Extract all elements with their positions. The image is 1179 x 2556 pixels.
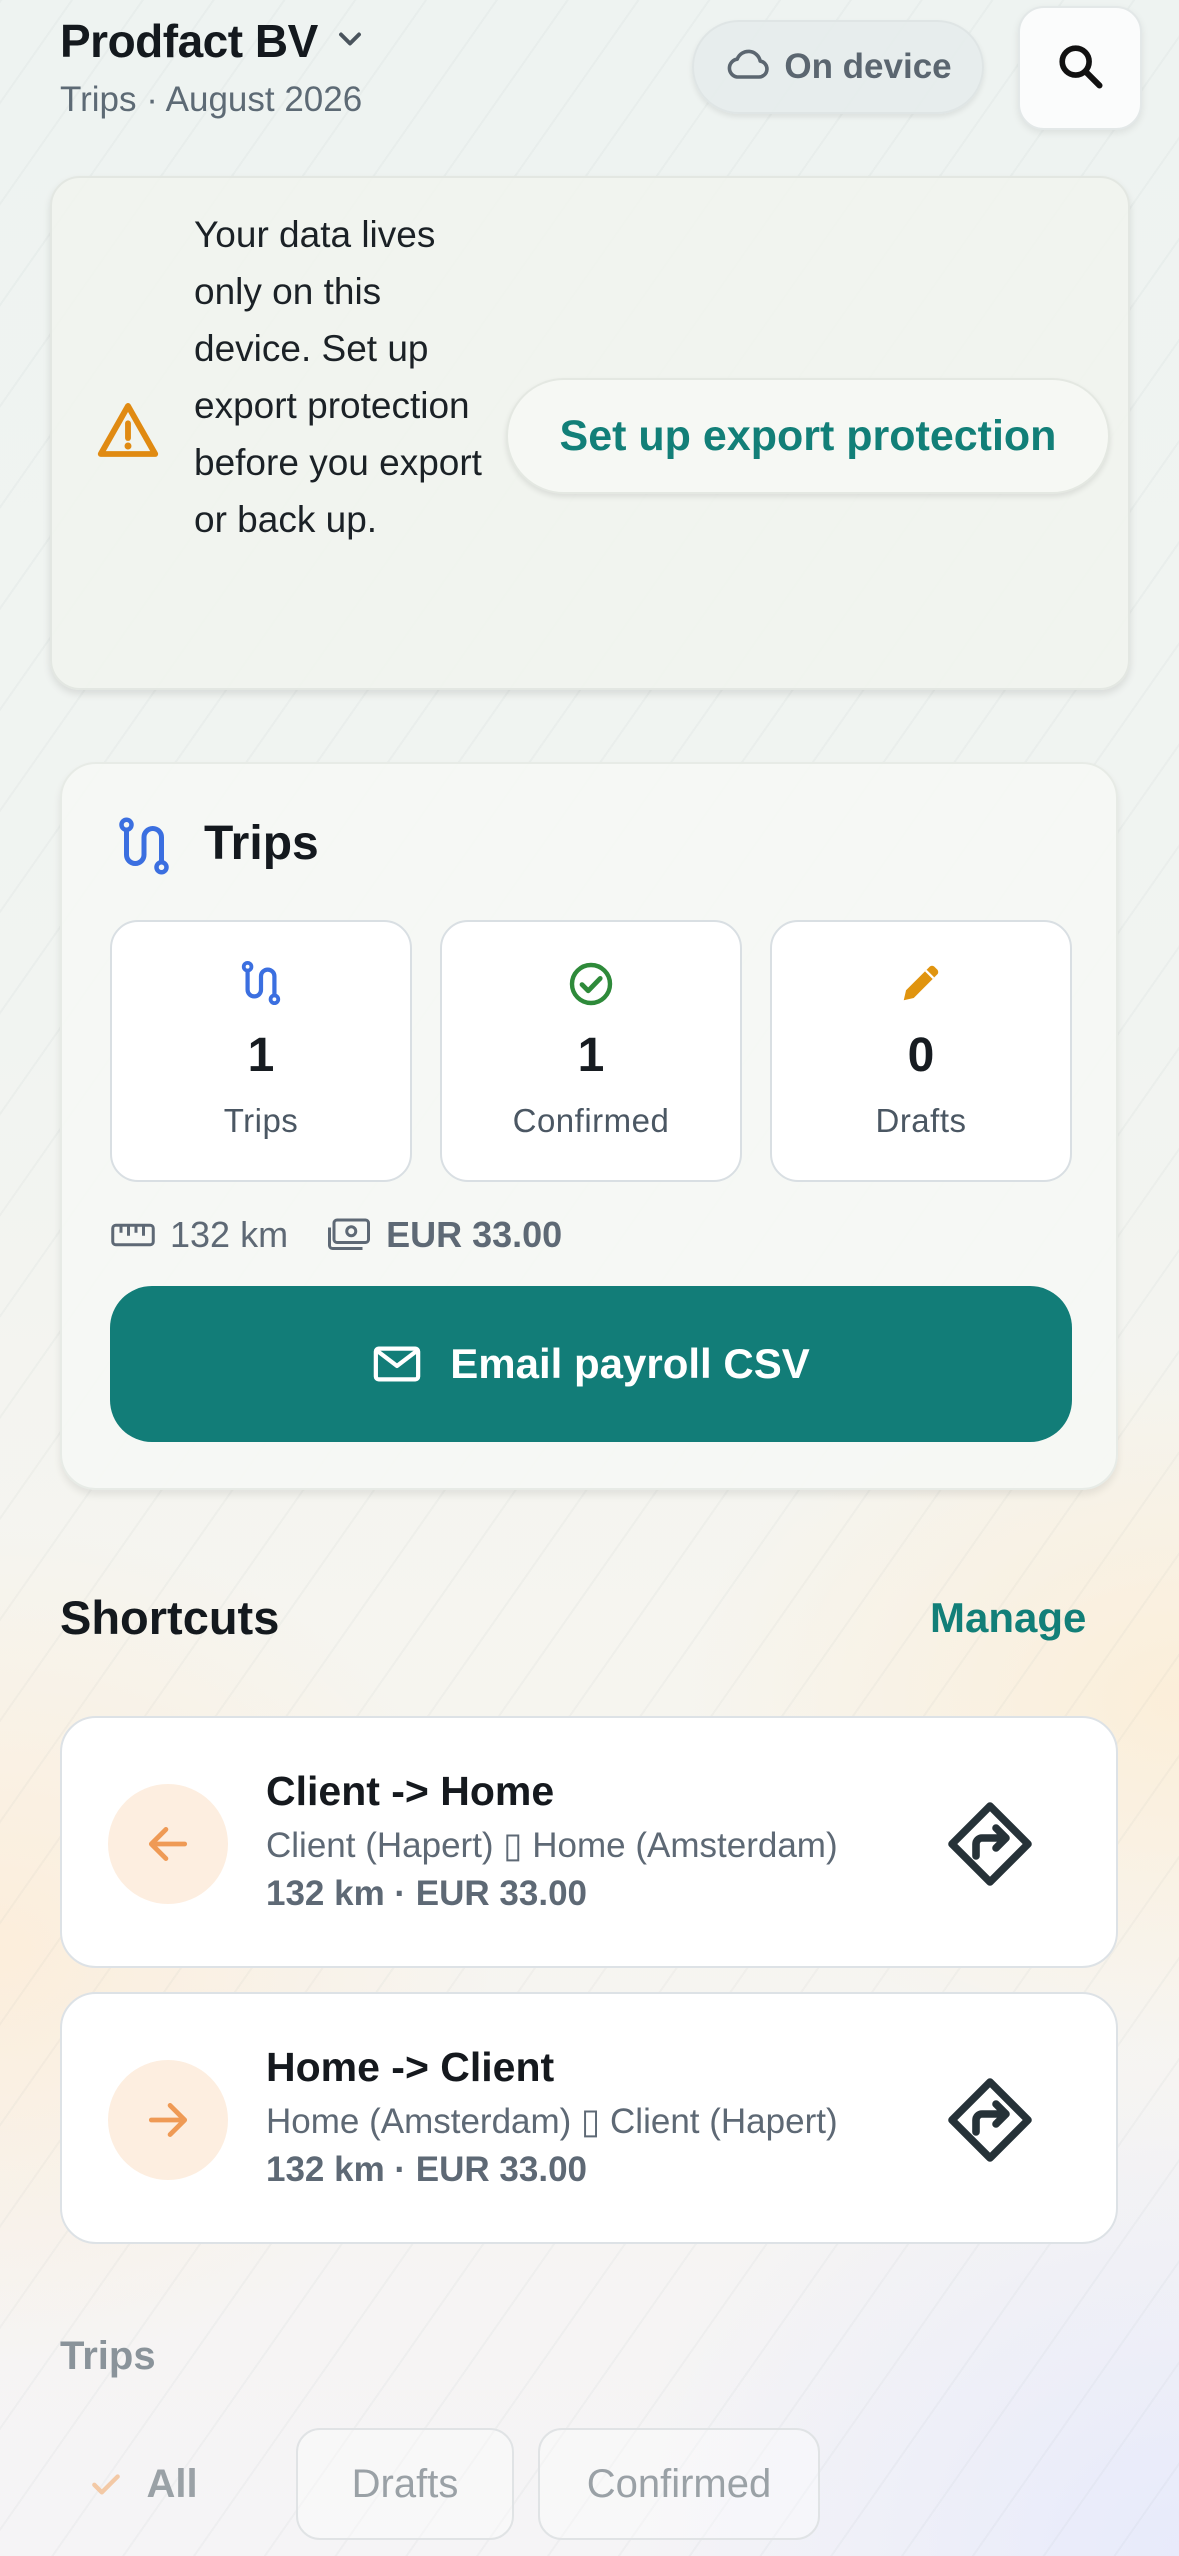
stat-value: 1 (577, 1029, 605, 1082)
shortcut-distance-amount: 132 km · EUR 33.00 (266, 2150, 588, 2189)
shortcut-route: Client (Hapert) ▯ Home (Amsterdam) (266, 1826, 838, 1865)
page-subtitle: Trips · August 2026 (60, 80, 363, 119)
company-name: Prodfact BV (60, 15, 318, 67)
ruler-icon (110, 1220, 156, 1250)
arrow-left-icon (143, 1819, 193, 1869)
mail-icon (372, 1344, 422, 1384)
filter-chip-drafts[interactable]: Drafts (296, 2428, 514, 2540)
trips-totals: 132 km EUR 33.00 (110, 1214, 562, 1256)
check-circle-icon (567, 960, 615, 1013)
shortcut-route: Home (Amsterdam) ▯ Client (Hapert) (266, 2102, 838, 2141)
pencil-icon (898, 960, 944, 1011)
total-distance: 132 km (170, 1214, 289, 1255)
filter-chip-all[interactable]: All (60, 2428, 224, 2540)
directions-icon[interactable] (942, 1796, 1038, 1897)
shortcut-direction-badge (108, 1784, 228, 1904)
shortcut-name: Client -> Home (266, 1768, 555, 1814)
stat-label: Trips (223, 1102, 299, 1139)
storage-status-button[interactable]: On device (692, 20, 984, 114)
shortcut-card[interactable]: Home -> Client Home (Amsterdam) ▯ Client… (60, 1992, 1118, 2244)
search-button[interactable] (1018, 6, 1142, 130)
export-protection-banner: Your data lives only on this device. Set… (50, 176, 1130, 690)
shortcut-name: Home -> Client (266, 2044, 555, 2090)
manage-shortcuts-link[interactable]: Manage (930, 1594, 1086, 1642)
company-switcher[interactable]: Prodfact BV (60, 14, 368, 68)
stat-label: Drafts (875, 1102, 967, 1139)
arrow-right-icon (143, 2095, 193, 2145)
shortcut-distance-amount: 132 km · EUR 33.00 (266, 1874, 588, 1913)
stat-value: 0 (907, 1029, 935, 1082)
directions-icon[interactable] (942, 2072, 1038, 2173)
check-icon (86, 2464, 126, 2504)
email-payroll-csv-button[interactable]: Email payroll CSV (110, 1286, 1072, 1442)
storage-status-label: On device (784, 47, 952, 86)
setup-export-protection-button[interactable]: Set up export protection (506, 378, 1110, 494)
filter-chip-label: Drafts (351, 2461, 459, 2506)
trips-summary-title: Trips (204, 817, 319, 870)
stat-value: 1 (247, 1029, 275, 1082)
route-icon (114, 816, 174, 881)
banner-message: Your data lives only on this device. Set… (194, 214, 482, 540)
chevron-down-icon (332, 21, 368, 62)
filter-chip-label: Confirmed (586, 2461, 772, 2506)
shortcut-card[interactable]: Client -> Home Client (Hapert) ▯ Home (A… (60, 1716, 1118, 1968)
filter-chip-label: All (146, 2461, 198, 2506)
filter-chip-confirmed[interactable]: Confirmed (538, 2428, 820, 2540)
stat-label: Confirmed (512, 1102, 670, 1139)
trips-list-heading: Trips (60, 2334, 156, 2378)
cloud-icon (724, 43, 772, 92)
shortcuts-heading: Shortcuts (60, 1591, 280, 1644)
warning-icon (96, 400, 160, 465)
search-icon (1054, 40, 1106, 97)
stat-confirmed[interactable]: 1 Confirmed (440, 920, 742, 1182)
stat-trips[interactable]: 1 Trips (110, 920, 412, 1182)
money-icon (326, 1217, 372, 1253)
route-icon (238, 960, 284, 1011)
trips-summary-card: Trips 1 Trips 1 Confirmed 0 Drafts 132 k… (60, 762, 1118, 1490)
total-amount: EUR 33.00 (386, 1214, 563, 1255)
shortcut-direction-badge (108, 2060, 228, 2180)
email-payroll-label: Email payroll CSV (450, 1340, 810, 1387)
stat-drafts[interactable]: 0 Drafts (770, 920, 1072, 1182)
